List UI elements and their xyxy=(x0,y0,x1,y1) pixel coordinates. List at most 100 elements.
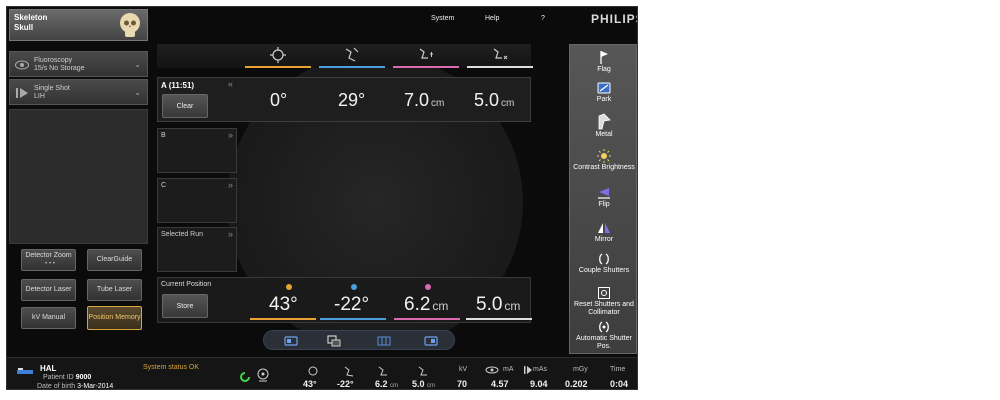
couple-shutters-tool[interactable]: Couple Shutters xyxy=(570,252,637,275)
dob-label: Date of birth xyxy=(37,383,76,390)
zoom-level-dots: • • • xyxy=(45,261,55,267)
contrast-brightness-icon xyxy=(597,149,611,163)
metal-icon xyxy=(598,113,611,130)
current-position-label: Current Position xyxy=(161,281,212,288)
expand-icon[interactable]: » xyxy=(228,229,233,239)
park-icon xyxy=(597,82,611,94)
protocol-single-shot[interactable]: Single Shot LIH ⌄ xyxy=(9,79,148,105)
angulation-underline xyxy=(320,318,386,320)
frontal-view-icon[interactable] xyxy=(284,335,298,347)
kv-manual-button[interactable]: kV Manual xyxy=(21,307,76,329)
run-a-rotation: 0° xyxy=(270,90,288,110)
run-a-panel[interactable]: A (11:51) « Clear 0° 29° 7.0 cm 5.0 cm xyxy=(157,77,531,122)
mirror-label: Mirror xyxy=(594,236,614,243)
protocol-list-area xyxy=(9,109,148,244)
reset-shutters-icon xyxy=(598,287,610,299)
left-panel: Skeleton Skull Fluoroscopy 15/s No Stora… xyxy=(9,9,148,353)
mgy-label: mGy xyxy=(573,366,588,373)
radiation-icon xyxy=(257,368,269,382)
exam-selector[interactable]: Skeleton Skull xyxy=(9,9,148,41)
kv-label: kV xyxy=(459,366,468,373)
clear-button[interactable]: Clear xyxy=(162,94,208,118)
automatic-shutter-tool[interactable]: Automatic Shutter Pos. xyxy=(570,320,637,351)
patient-id-label: Patient ID xyxy=(43,374,74,381)
status-sid: 5.0 cm xyxy=(412,379,436,389)
flip-tool[interactable]: Flip xyxy=(570,186,637,209)
angulation-indicator-dot xyxy=(351,284,357,290)
selected-run-panel[interactable]: Selected Run » xyxy=(157,227,237,272)
brand-logo: PHILIPS xyxy=(591,12,637,26)
expand-icon[interactable]: » xyxy=(228,130,233,140)
detector-laser-button[interactable]: Detector Laser xyxy=(21,279,76,301)
store-button[interactable]: Store xyxy=(162,294,208,318)
reset-shutters-label: Reset Shutters and Collimator xyxy=(574,301,634,316)
flag-icon xyxy=(600,51,608,64)
dual-view-icon[interactable] xyxy=(327,335,341,347)
help-menu[interactable]: Help xyxy=(485,15,499,22)
flag-tool[interactable]: Flag xyxy=(570,49,637,74)
chevron-down-icon: ⌄ xyxy=(134,88,141,97)
geometry-header xyxy=(157,44,533,68)
rotation-color-bar xyxy=(245,66,311,68)
metal-label: Metal xyxy=(595,131,613,138)
patient-name: HAL xyxy=(40,364,57,373)
run-c-panel[interactable]: C » xyxy=(157,178,237,223)
sid-color-bar xyxy=(467,66,533,68)
park-label: Park xyxy=(596,96,612,103)
patient-table-icon xyxy=(17,368,33,374)
dob: 3-Mar-2014 xyxy=(77,383,114,390)
single-shot-icon xyxy=(16,88,28,98)
mirror-tool[interactable]: Mirror xyxy=(570,221,637,244)
reset-shutters-tool[interactable]: Reset Shutters and Collimator xyxy=(570,286,637,317)
rotation-icon xyxy=(270,47,286,63)
sid-icon xyxy=(418,366,427,376)
ma-label: mA xyxy=(503,366,514,373)
protocol-fluoroscopy[interactable]: Fluoroscopy 15/s No Storage ⌄ xyxy=(9,51,148,77)
tool-panel: Flag Park Metal Contrast Brightness Flip… xyxy=(569,44,637,354)
mgy-value: 0.202 xyxy=(565,379,588,389)
run-a-angulation: 29° xyxy=(338,90,366,110)
chevron-down-icon: ⌄ xyxy=(134,60,141,69)
protocol-name: Single Shot xyxy=(34,85,70,92)
metal-tool[interactable]: Metal xyxy=(570,112,637,139)
automatic-shutter-label: Automatic Shutter Pos. xyxy=(576,335,632,350)
grid-view-icon[interactable] xyxy=(377,335,391,347)
current-angulation: -22° xyxy=(334,294,370,315)
position-memory-button[interactable]: Position Memory xyxy=(87,306,142,330)
ready-indicator-icon xyxy=(240,372,250,382)
run-a-table-height: 7.0 cm xyxy=(404,90,445,110)
flip-label: Flip xyxy=(598,201,610,208)
collapse-icon[interactable]: « xyxy=(228,79,233,89)
status-rotation: 43° xyxy=(303,379,317,389)
rotation-indicator-dot xyxy=(286,284,292,290)
park-tool[interactable]: Park xyxy=(570,81,637,104)
exposure-icon xyxy=(524,366,532,374)
eye-icon xyxy=(15,60,29,70)
status-table-height: 6.2 cm xyxy=(375,379,399,389)
protocol-setting: LIH xyxy=(34,93,45,100)
current-table-height: 6.2 cm xyxy=(404,294,449,315)
expand-icon[interactable]: » xyxy=(228,180,233,190)
mas-label: mAs xyxy=(533,366,547,373)
system-menu[interactable]: System xyxy=(431,15,454,22)
protocol-setting: 15/s No Storage xyxy=(34,65,85,72)
contrast-brightness-tool[interactable]: Contrast Brightness xyxy=(570,149,637,172)
run-c-label: C xyxy=(161,182,167,189)
couple-shutters-label: Couple Shutters xyxy=(578,267,630,274)
status-bar: HAL Patient ID 9000 Date of birth 3-Mar-… xyxy=(7,357,637,390)
system-status: System status OK xyxy=(143,364,200,371)
mirror-icon xyxy=(598,223,610,233)
lateral-view-icon[interactable] xyxy=(424,335,438,347)
automatic-shutter-icon xyxy=(599,321,609,333)
tube-laser-button[interactable]: Tube Laser xyxy=(87,279,142,301)
detector-zoom-button[interactable]: Detector Zoom • • • xyxy=(21,249,76,271)
view-mode-bar xyxy=(263,330,455,350)
status-angulation: -22° xyxy=(337,379,354,389)
flag-label: Flag xyxy=(597,66,611,73)
run-b-label: B xyxy=(161,132,166,139)
clearguide-button[interactable]: ClearGuide xyxy=(87,249,142,271)
run-b-panel[interactable]: B » xyxy=(157,128,237,173)
contrast-brightness-label: Contrast Brightness xyxy=(573,164,635,171)
xray-console: Skeleton Skull Fluoroscopy 15/s No Stora… xyxy=(6,6,638,390)
question-menu[interactable]: ? xyxy=(541,15,545,22)
